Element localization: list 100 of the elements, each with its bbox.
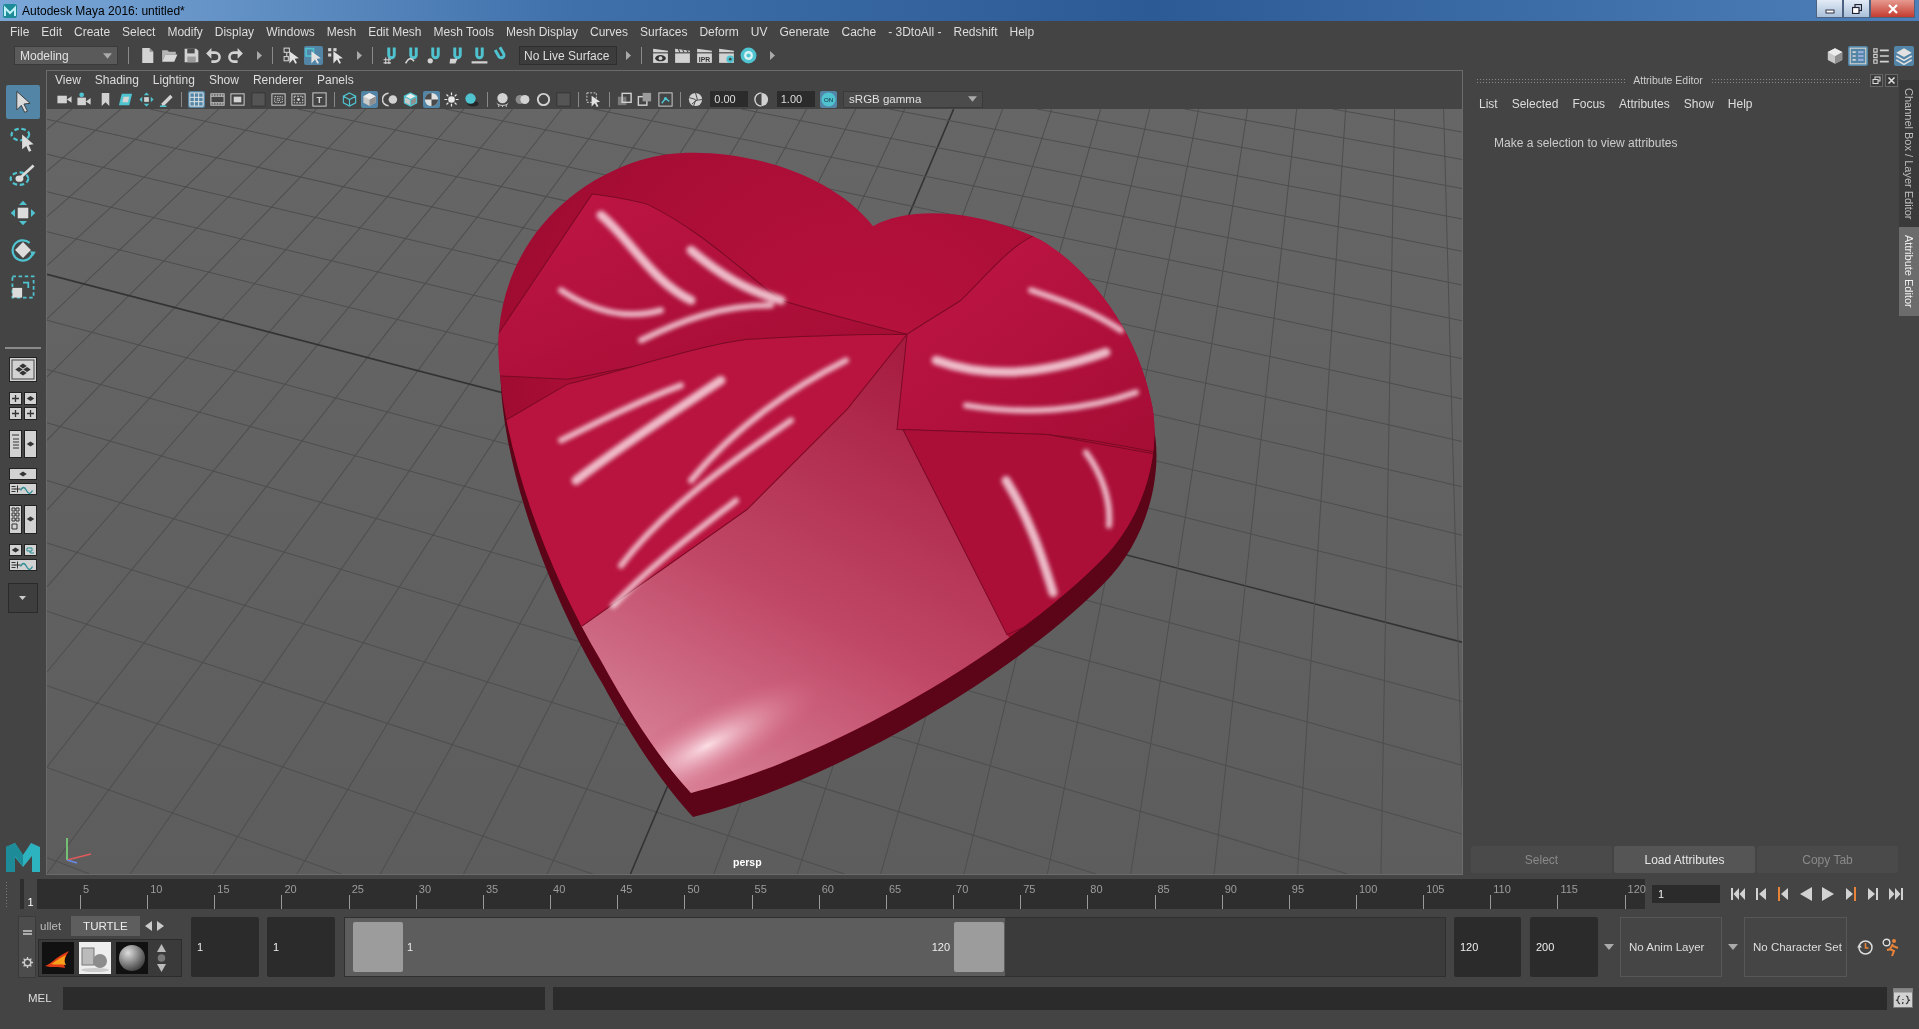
close-icon[interactable] (1885, 73, 1898, 87)
caret-icon[interactable] (1728, 944, 1738, 950)
previous-key-icon[interactable] (1775, 885, 1791, 902)
ringed-sphere-icon[interactable] (739, 46, 758, 65)
undo-icon[interactable] (204, 46, 223, 65)
caret-icon[interactable] (257, 51, 262, 60)
side-tab[interactable]: Channel Box / Layer Editor (1899, 80, 1919, 228)
safe-frame-icon[interactable] (290, 90, 308, 108)
heart-box-drawing[interactable] (498, 152, 1157, 817)
menu-item[interactable]: Windows (260, 25, 321, 39)
isolate-select-icon[interactable] (585, 90, 603, 108)
menu-item[interactable]: List (1472, 97, 1505, 111)
scroll-down-icon[interactable] (157, 964, 166, 972)
settings-list-icon[interactable] (1871, 45, 1891, 66)
color-space-dropdown[interactable]: sRGB gamma (843, 90, 984, 108)
save-icon[interactable] (182, 46, 201, 65)
eye-clapperboard-icon[interactable] (651, 46, 670, 65)
shadow-sphere-icon[interactable] (463, 90, 481, 108)
scroll-dot-icon[interactable] (157, 954, 166, 962)
two-pane-layout-icon[interactable] (8, 430, 37, 458)
menu-item[interactable]: Select (116, 25, 162, 39)
script-editor-icon[interactable] (1893, 988, 1913, 1008)
close-button[interactable] (1870, 0, 1915, 18)
gamma-field[interactable]: 1.00 (776, 91, 815, 107)
clapperboard-icon[interactable] (673, 46, 692, 65)
stacked-pane-layout-icon[interactable] (8, 468, 37, 495)
list-pane-layout-icon[interactable] (8, 505, 37, 534)
time-slider[interactable]: 1 5 10 15 20 25 30 35 40 45 50 55 60 65 70 75 80 85 90 95 100 105 110 115 120 (20, 878, 1645, 909)
menu-set-dropdown[interactable]: Modeling (14, 46, 118, 65)
shaded-cube-icon[interactable] (361, 90, 379, 108)
menu-item[interactable]: Generate (773, 25, 836, 39)
safe-title-button[interactable]: T (310, 90, 328, 108)
menu-item[interactable]: Curves (584, 25, 635, 39)
animation-end-field[interactable]: 200 (1530, 917, 1598, 977)
anim-layer-dropdown[interactable]: No Anim Layer (1620, 917, 1722, 977)
menu-item[interactable]: Display (208, 25, 261, 39)
current-time-marker[interactable]: 1 (24, 878, 37, 909)
menu-item[interactable]: Mesh (320, 25, 363, 39)
restore-button[interactable] (1843, 0, 1870, 18)
panel-menu-item[interactable]: View (50, 73, 90, 87)
menu-item[interactable]: Selected (1504, 97, 1566, 111)
menu-item[interactable]: UV (744, 25, 774, 39)
sun-icon[interactable] (443, 90, 461, 108)
step-forward-icon[interactable] (1865, 885, 1881, 902)
range-handle[interactable] (954, 922, 1004, 972)
menu-item[interactable]: File (4, 25, 36, 39)
resolution-gate-icon[interactable] (229, 90, 247, 108)
scroll-up-icon[interactable] (157, 944, 166, 952)
menu-item[interactable]: Edit Mesh (362, 25, 428, 39)
playback-end-field[interactable]: 120 (1454, 917, 1521, 977)
command-input-field[interactable] (63, 986, 545, 1010)
caret-icon[interactable] (968, 96, 978, 102)
gear-icon[interactable] (21, 956, 33, 968)
3d-viewport[interactable]: persp (47, 109, 1462, 874)
half-circle-sphere-icon[interactable] (381, 90, 399, 108)
panel-menu-item[interactable]: Renderer (247, 73, 312, 87)
scroll-right-icon[interactable] (156, 921, 164, 931)
menu-item[interactable]: Modify (161, 25, 209, 39)
component-select-icon[interactable] (326, 46, 345, 65)
caret-icon[interactable] (357, 51, 362, 60)
live-surface-field[interactable]: No Live Surface (519, 46, 617, 65)
hierarchy-select-icon[interactable] (282, 46, 301, 65)
menu-item[interactable]: Redshift (947, 25, 1004, 39)
float-window-icon[interactable] (1870, 73, 1883, 87)
mixed-pane-layout-icon[interactable] (8, 544, 37, 571)
aperture-icon[interactable] (686, 90, 704, 108)
character-set-dropdown[interactable]: No Character Set (1744, 917, 1847, 977)
sphere-icon[interactable] (116, 942, 148, 974)
grid-icon[interactable] (188, 90, 206, 108)
side-tab[interactable]: Attribute Editor (1899, 227, 1919, 317)
menu-item[interactable]: - 3DtoAll - (882, 25, 948, 39)
menu-item[interactable]: Deform (693, 25, 745, 39)
menu-item[interactable]: Cache (835, 25, 883, 39)
xray-squares-icon[interactable] (615, 90, 633, 108)
checker-sphere-icon[interactable] (422, 90, 440, 108)
panel-menu-item[interactable]: Shading (89, 73, 148, 87)
menu-item[interactable]: Focus (1565, 97, 1613, 111)
exposure-field[interactable]: 0.00 (710, 91, 749, 107)
menu-item[interactable]: Edit (35, 25, 69, 39)
minimize-button[interactable] (1816, 0, 1843, 18)
panel-menu-item[interactable]: Show (203, 73, 248, 87)
menu-item[interactable]: Attributes (1612, 97, 1677, 111)
caret-icon[interactable] (626, 51, 631, 60)
half-circle-icon[interactable] (753, 90, 771, 108)
menu-item[interactable]: Mesh Tools (427, 25, 500, 39)
scroll-left-icon[interactable] (144, 921, 152, 931)
animation-start-field[interactable]: 1 (191, 917, 259, 977)
current-frame-field[interactable]: 1 (1652, 884, 1720, 903)
joint-frame-icon[interactable] (656, 90, 674, 108)
film-strip-icon[interactable] (208, 90, 226, 108)
running-figure-gear-icon[interactable] (1882, 937, 1901, 957)
xray-components-icon[interactable] (636, 90, 654, 108)
quad-pane-layout-icon[interactable] (8, 392, 37, 420)
caret-icon[interactable] (103, 52, 112, 59)
clapperboard-gear-icon[interactable] (717, 46, 736, 65)
clock-arrows-icon[interactable] (1856, 937, 1875, 957)
menu-item[interactable]: Show (1676, 97, 1721, 111)
arrow-cursor-icon[interactable] (5, 85, 40, 119)
caret-icon[interactable] (1604, 944, 1614, 950)
range-slider-track[interactable]: 1 120 (344, 917, 1446, 977)
